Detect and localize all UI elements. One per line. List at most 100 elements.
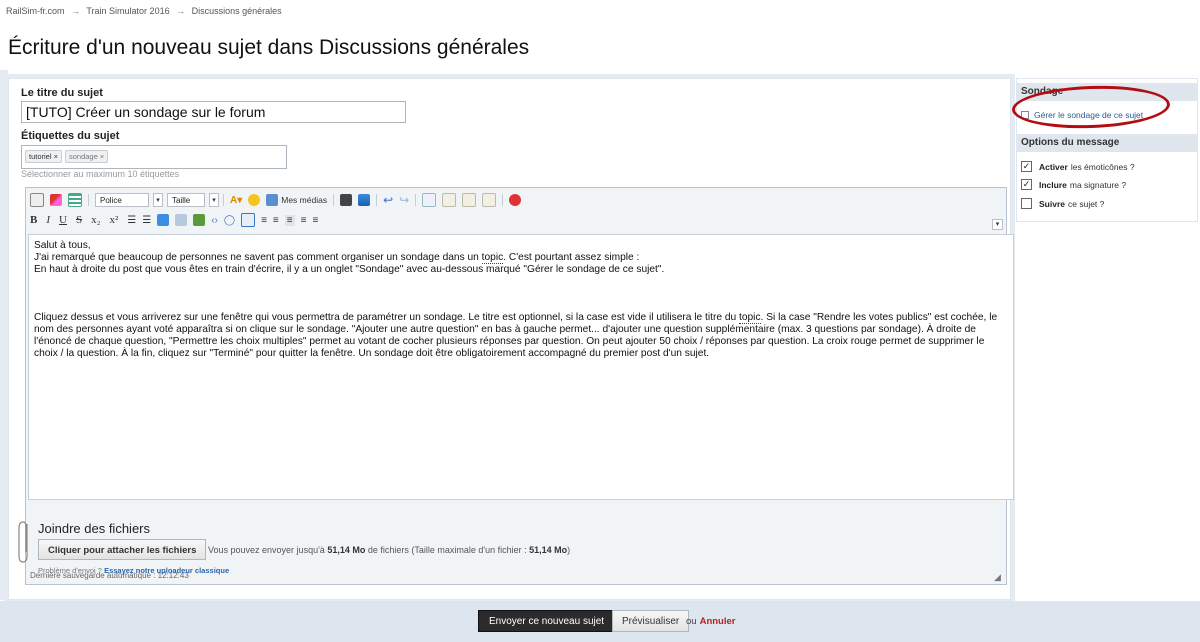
option-follow[interactable]: Suivre ce sujet ? — [1021, 198, 1104, 209]
table-icon[interactable] — [68, 193, 82, 207]
preview-button[interactable]: Prévisualiser — [612, 610, 690, 632]
option-signature[interactable]: ✓ Inclure ma signature ? — [1021, 179, 1126, 190]
option-bold-label: Inclure — [1039, 179, 1067, 190]
content-line: J'ai remarqué que beaucoup de personnes … — [34, 252, 1008, 264]
attach-info-text: ) — [567, 545, 571, 555]
text-color-icon[interactable]: A▾ — [230, 195, 242, 206]
numbered-list-icon[interactable]: ☰ — [142, 215, 151, 226]
option-label: ma signature ? — [1069, 179, 1127, 190]
indent-icon[interactable]: ≡ — [312, 215, 318, 226]
breadcrumb-item-site[interactable]: RailSim-fr.com — [6, 6, 65, 16]
attach-info-total: 51,14 Mo — [327, 545, 366, 555]
breadcrumb-item-forum[interactable]: Discussions générales — [192, 6, 282, 16]
checkbox-follow[interactable] — [1021, 198, 1032, 209]
content-text: Cliquez dessus et vous arriverez sur une… — [34, 312, 740, 323]
link-icon[interactable] — [157, 214, 170, 226]
content-text: . C'est pourtant assez simple : — [503, 252, 640, 263]
eraser-icon[interactable] — [50, 194, 62, 206]
subscript-button[interactable]: x₂ — [91, 214, 100, 226]
attach-problem: Problème d'envoi ? Essayez notre uploade… — [38, 566, 229, 575]
attach-info: Vous pouvez envoyer jusqu'à 51,14 Mo de … — [208, 545, 570, 555]
option-emoticons[interactable]: ✓ Activer les émoticônes ? — [1021, 161, 1135, 172]
breadcrumb: RailSim-fr.com → Train Simulator 2016 → … — [6, 6, 282, 16]
toolbar-separator — [223, 194, 224, 206]
resize-grip-icon[interactable]: ◢ — [994, 572, 1004, 582]
superscript-button[interactable]: x² — [109, 214, 118, 226]
toolbar-separator — [88, 194, 89, 206]
replace-icon[interactable] — [358, 194, 371, 206]
unlink-icon[interactable] — [175, 214, 188, 226]
redo-icon[interactable]: ↪ — [399, 193, 409, 207]
breadcrumb-item-game[interactable]: Train Simulator 2016 — [86, 6, 169, 16]
paste-icon[interactable] — [442, 193, 457, 207]
tag-chip[interactable]: sondage × — [64, 150, 109, 163]
editor-toolbar-row-2: B I U S x₂ x² ☰ ☰ ‹› ◯ ≡ ≡ ≡ ≡ ≡ — [30, 211, 324, 229]
align-right-icon[interactable]: ≡ — [301, 215, 307, 226]
size-select[interactable]: Taille — [167, 193, 205, 207]
post-form-panel: Le titre du sujet Étiquettes du sujet tu… — [8, 78, 1014, 600]
strikethrough-button[interactable]: S — [76, 214, 82, 226]
breadcrumb-separator: → — [71, 6, 81, 16]
checkbox-emoticons[interactable]: ✓ — [1021, 161, 1032, 172]
content-paragraph: Cliquez dessus et vous arriverez sur une… — [34, 312, 1008, 360]
spoiler-icon[interactable] — [241, 213, 256, 227]
media-label: Mes médias — [281, 195, 328, 205]
cancel-link[interactable]: Annuler — [700, 616, 736, 627]
paste-word-icon[interactable] — [482, 193, 497, 207]
option-label: ce sujet ? — [1068, 198, 1105, 209]
binoculars-icon[interactable] — [340, 194, 353, 206]
align-left-icon[interactable]: ≡ — [261, 215, 267, 226]
breadcrumb-separator: → — [176, 6, 186, 16]
actions-or: ou Annuler — [686, 616, 735, 627]
option-bold-label: Activer — [1039, 161, 1068, 172]
remove-format-icon[interactable] — [509, 194, 522, 206]
content-line: Salut à tous, — [34, 240, 91, 251]
attach-info-text: de fichiers (Taille maximale d'un fichie… — [365, 545, 530, 555]
media-button[interactable]: Mes médias — [266, 194, 327, 206]
checkbox-signature[interactable]: ✓ — [1021, 179, 1032, 190]
font-dropdown-arrow[interactable]: ▾ — [153, 193, 163, 207]
tags-input[interactable]: tutoriel × sondage × — [21, 145, 287, 169]
tags-hint: Sélectionner au maximum 10 étiquettes — [21, 169, 180, 179]
code-icon[interactable]: ‹› — [211, 215, 218, 226]
options-heading: Options du message — [1017, 134, 1197, 152]
font-select-label: Police — [100, 195, 122, 205]
chevron-down-icon: ▾ — [156, 197, 160, 204]
content-text: J'ai remarqué que beaucoup de personnes … — [34, 252, 482, 263]
option-bold-label: Suivre — [1039, 198, 1065, 209]
toolbar-separator — [502, 194, 504, 206]
undo-icon[interactable]: ↩ — [383, 193, 393, 207]
italic-button[interactable]: I — [46, 214, 50, 226]
page-title: Écriture d'un nouveau sujet dans Discuss… — [8, 36, 530, 59]
image-icon[interactable] — [193, 214, 206, 226]
chevron-down-icon: ▾ — [212, 197, 216, 204]
tag-chip[interactable]: tutoriel × — [25, 150, 62, 163]
classic-uploader-link[interactable]: Essayez notre uploadeur classique — [104, 566, 229, 575]
toolbar-separator — [333, 194, 335, 206]
attach-files-button[interactable]: Cliquer pour attacher les fichiers — [38, 539, 207, 560]
quote-icon[interactable]: ◯ — [224, 215, 235, 226]
emoticon-icon[interactable] — [248, 194, 261, 206]
misspelled-word: topic — [739, 312, 761, 324]
title-input[interactable] — [21, 101, 406, 123]
content-line: En haut à droite du post que vous êtes e… — [34, 264, 665, 275]
collapse-toolbar-icon[interactable]: ▾ — [992, 219, 1003, 230]
submit-topic-button[interactable]: Envoyer ce nouveau sujet — [478, 610, 616, 632]
or-label: ou — [686, 616, 697, 627]
paperclip-icon — [18, 521, 28, 563]
paste-text-icon[interactable] — [462, 193, 477, 207]
source-icon[interactable] — [30, 193, 44, 207]
bulleted-list-icon[interactable]: ☰ — [127, 215, 136, 226]
editor-content[interactable]: Salut à tous, J'ai remarqué que beaucoup… — [28, 234, 1014, 500]
size-select-label: Taille — [172, 195, 191, 205]
size-dropdown-arrow[interactable]: ▾ — [209, 193, 219, 207]
underline-button[interactable]: U — [59, 214, 67, 226]
editor-toolbar-row-1: Police ▾ Taille ▾ A▾ Mes médias ↩ ↪ — [30, 191, 527, 209]
align-center-icon[interactable]: ≡ — [273, 215, 279, 226]
font-select[interactable]: Police — [95, 193, 149, 207]
align-justify-icon[interactable]: ≡ — [284, 214, 295, 226]
copy-icon[interactable] — [422, 193, 437, 207]
title-label: Le titre du sujet — [21, 87, 103, 99]
bold-button[interactable]: B — [30, 214, 37, 226]
